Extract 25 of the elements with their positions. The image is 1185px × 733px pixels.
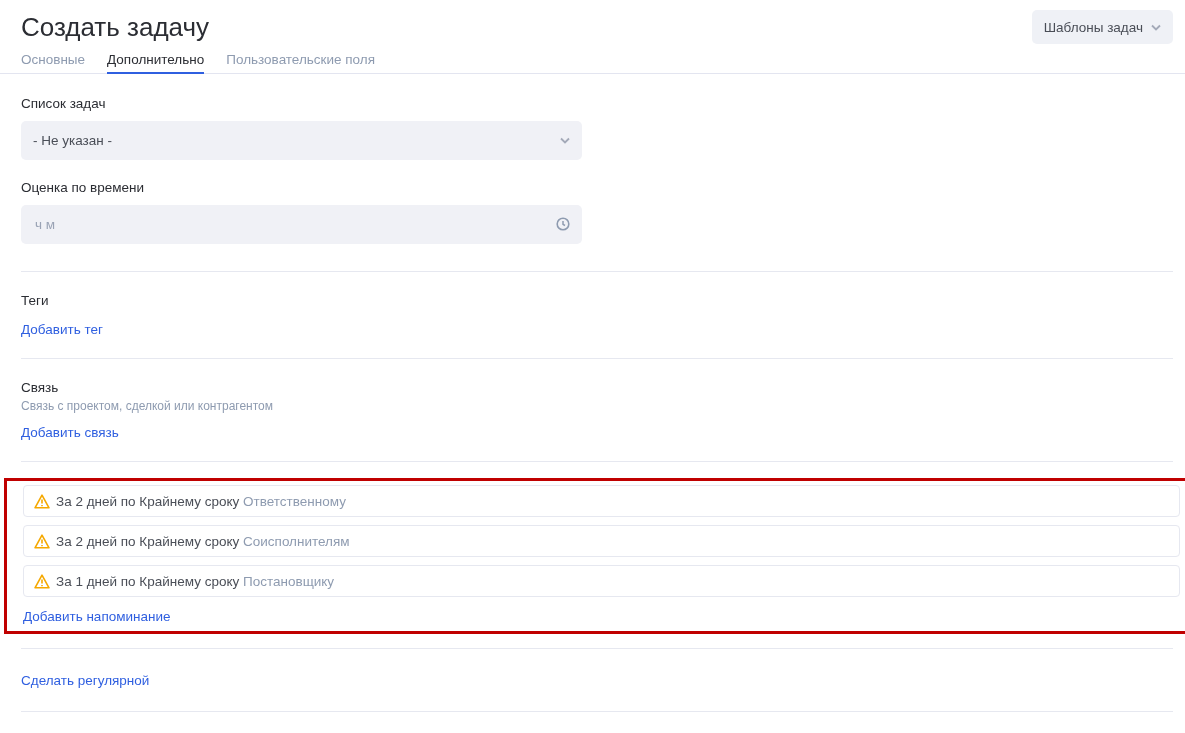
chevron-down-icon [560,137,570,144]
tab[interactable]: Пользовательские поля [226,52,375,74]
chevron-down-icon [1151,23,1161,31]
tab[interactable]: Основные [21,52,86,74]
add-reminder-link[interactable]: Добавить напоминание [23,609,171,624]
make-recurring-link[interactable]: Сделать регулярной [21,673,150,688]
section-hint: Связь с проектом, сделкой или контрагентом [21,399,275,413]
reminder-text: За 2 дней по Крайнему сроку Ответственному [56,493,346,509]
field-label: Список задач [21,96,107,111]
templates-dropdown[interactable]: Шаблоны задач [1031,10,1173,44]
reminder-text: За 1 дней по Крайнему сроку Постановщику [56,573,335,589]
clock-icon [556,217,570,231]
reminder-text: За 2 дней по Крайнему сроку Соисполнителям [56,533,350,549]
section-title: Теги [21,293,50,308]
task-list-select[interactable]: - Не указан - [21,121,582,160]
field-label: Оценка по времени [21,180,146,195]
add-tag-link[interactable]: Добавить тег [21,322,103,337]
time-estimate-field[interactable]: ч м [21,205,582,244]
warning-icon [34,573,50,589]
tab[interactable]: Дополнительно [107,52,205,74]
warning-icon [34,533,50,549]
warning-icon [34,493,50,509]
page-title: Создать задачу [21,11,211,44]
add-relation-link[interactable]: Добавить связь [21,425,119,440]
section-title: Связь [21,380,60,395]
